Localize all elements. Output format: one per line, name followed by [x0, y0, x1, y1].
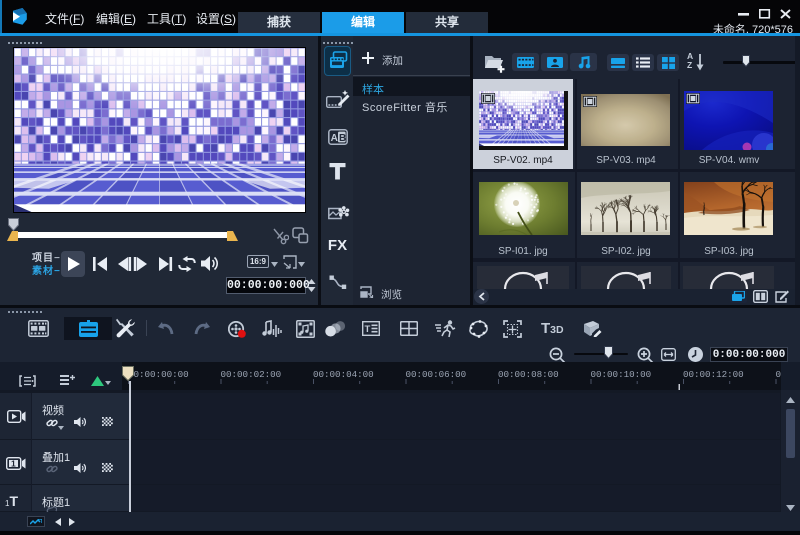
svg-text:B: B	[339, 133, 346, 144]
svg-text:A: A	[331, 133, 338, 144]
svg-text:00:00:06:00: 00:00:06:00	[406, 369, 467, 380]
svg-text:00:00:12:00: 00:00:12:00	[683, 369, 744, 380]
svg-text:00:00:00:00: 00:00:00:00	[128, 369, 189, 380]
svg-text:T: T	[365, 324, 371, 335]
svg-text:00:00:10:00: 00:00:10:00	[591, 369, 652, 380]
svg-text:1: 1	[11, 459, 16, 469]
svg-text:00:00:02:00: 00:00:02:00	[221, 369, 282, 380]
svg-text:00: 00	[776, 369, 782, 380]
svg-text:00:00:08:00: 00:00:08:00	[498, 369, 559, 380]
svg-text:00:00:04:00: 00:00:04:00	[313, 369, 374, 380]
